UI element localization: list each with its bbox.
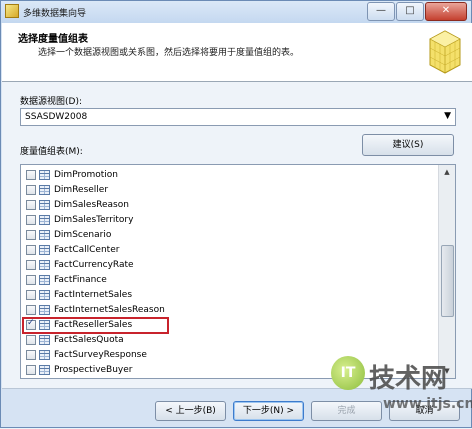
- page-title: 选择度量值组表: [18, 34, 88, 45]
- table-icon: [39, 170, 50, 180]
- list-item-label: FactSalesQuota: [54, 335, 124, 345]
- app-icon: [5, 4, 19, 18]
- checkbox[interactable]: [26, 290, 36, 300]
- list-scrollbar[interactable]: ▲ ▼: [438, 165, 455, 378]
- wizard-window: 多维数据集向导 — □ ✕ 选择度量值组表 选择一个数据源视图或关系图，然后选择…: [0, 0, 472, 428]
- list-item-label: FactInternetSales: [54, 290, 133, 300]
- table-icon: [39, 215, 50, 225]
- checkbox[interactable]: [26, 365, 36, 375]
- list-item[interactable]: FactCurrencyRate: [24, 258, 434, 273]
- minimize-button[interactable]: —: [367, 2, 395, 21]
- list-item-label: FactFinance: [54, 275, 107, 285]
- scroll-up-icon[interactable]: ▲: [439, 165, 455, 179]
- page-subtitle: 选择一个数据源视图或关系图，然后选择将要用于度量值组的表。: [38, 48, 300, 58]
- list-item-label: DimSalesTerritory: [54, 215, 134, 225]
- back-button[interactable]: < 上一步(B): [155, 401, 226, 421]
- table-icon: [39, 365, 50, 375]
- list-item[interactable]: FactSalesQuota: [24, 333, 434, 348]
- list-item-label: DimReseller: [54, 185, 109, 195]
- dsv-label: 数据源视图(D):: [20, 97, 82, 107]
- checkbox[interactable]: [26, 200, 36, 210]
- annotation-highlight-box: [22, 317, 169, 334]
- checkbox[interactable]: [26, 185, 36, 195]
- list-item[interactable]: DimPromotion: [24, 168, 434, 183]
- list-item[interactable]: DimSalesReason: [24, 198, 434, 213]
- checkbox[interactable]: [26, 335, 36, 345]
- list-item-label: DimScenario: [54, 230, 112, 240]
- wizard-header: 选择度量值组表 选择一个数据源视图或关系图，然后选择将要用于度量值组的表。: [2, 23, 472, 82]
- list-item-label: FactSurveyResponse: [54, 350, 147, 360]
- checkbox[interactable]: [26, 350, 36, 360]
- list-item-label: DimPromotion: [54, 170, 118, 180]
- checkbox[interactable]: [26, 260, 36, 270]
- checkbox[interactable]: [26, 305, 36, 315]
- window-controls: — □ ✕: [366, 2, 467, 21]
- table-icon: [39, 185, 50, 195]
- list-item-label: ProspectiveBuyer: [54, 365, 133, 375]
- checkbox[interactable]: [26, 245, 36, 255]
- measure-group-list[interactable]: ▲ ▼ DimPromotion DimReseller DimSalesReaso…: [20, 164, 456, 379]
- window-title: 多维数据集向导: [23, 9, 87, 19]
- scroll-thumb[interactable]: [441, 245, 454, 317]
- checkbox[interactable]: [26, 170, 36, 180]
- checkbox[interactable]: [26, 275, 36, 285]
- list-item[interactable]: FactCallCenter: [24, 243, 434, 258]
- dsv-select-value: SSASDW2008: [25, 112, 88, 122]
- wizard-content: 数据源视图(D): SSASDW2008 ▼ 度量值组表(M): 建议(S) ▲…: [2, 82, 472, 388]
- list-item[interactable]: FactInternetSales: [24, 288, 434, 303]
- cube-icon: [429, 30, 461, 74]
- close-button[interactable]: ✕: [425, 2, 467, 21]
- list-item[interactable]: DimReseller: [24, 183, 434, 198]
- measure-group-label: 度量值组表(M):: [20, 147, 83, 157]
- list-item[interactable]: FactFinance: [24, 273, 434, 288]
- chevron-down-icon[interactable]: ▼: [444, 111, 451, 121]
- list-item-label: FactCallCenter: [54, 245, 120, 255]
- watermark: IT 技术网 www.itjs.cn: [331, 356, 472, 428]
- checkbox[interactable]: [26, 230, 36, 240]
- watermark-url: www.itjs.cn: [383, 396, 472, 412]
- table-icon: [39, 290, 50, 300]
- table-icon: [39, 260, 50, 270]
- table-icon: [39, 245, 50, 255]
- maximize-button[interactable]: □: [396, 2, 424, 21]
- suggest-button[interactable]: 建议(S): [362, 134, 454, 156]
- list-item-label: FactInternetSalesReason: [54, 305, 165, 315]
- list-item[interactable]: DimSalesTerritory: [24, 213, 434, 228]
- table-icon: [39, 335, 50, 345]
- table-icon: [39, 275, 50, 285]
- checkbox[interactable]: [26, 215, 36, 225]
- watermark-text: 技术网: [369, 364, 448, 394]
- table-icon: [39, 350, 50, 360]
- list-item[interactable]: FactInternetSalesReason: [24, 303, 434, 318]
- dsv-select[interactable]: SSASDW2008 ▼: [20, 108, 456, 126]
- list-item-label: DimSalesReason: [54, 200, 129, 210]
- title-bar: 多维数据集向导 — □ ✕: [1, 1, 471, 23]
- table-icon: [39, 200, 50, 210]
- watermark-logo: IT: [331, 356, 365, 390]
- table-icon: [39, 230, 50, 240]
- list-item[interactable]: DimScenario: [24, 228, 434, 243]
- list-item-label: FactCurrencyRate: [54, 260, 134, 270]
- next-button[interactable]: 下一步(N) >: [233, 401, 304, 421]
- table-icon: [39, 305, 50, 315]
